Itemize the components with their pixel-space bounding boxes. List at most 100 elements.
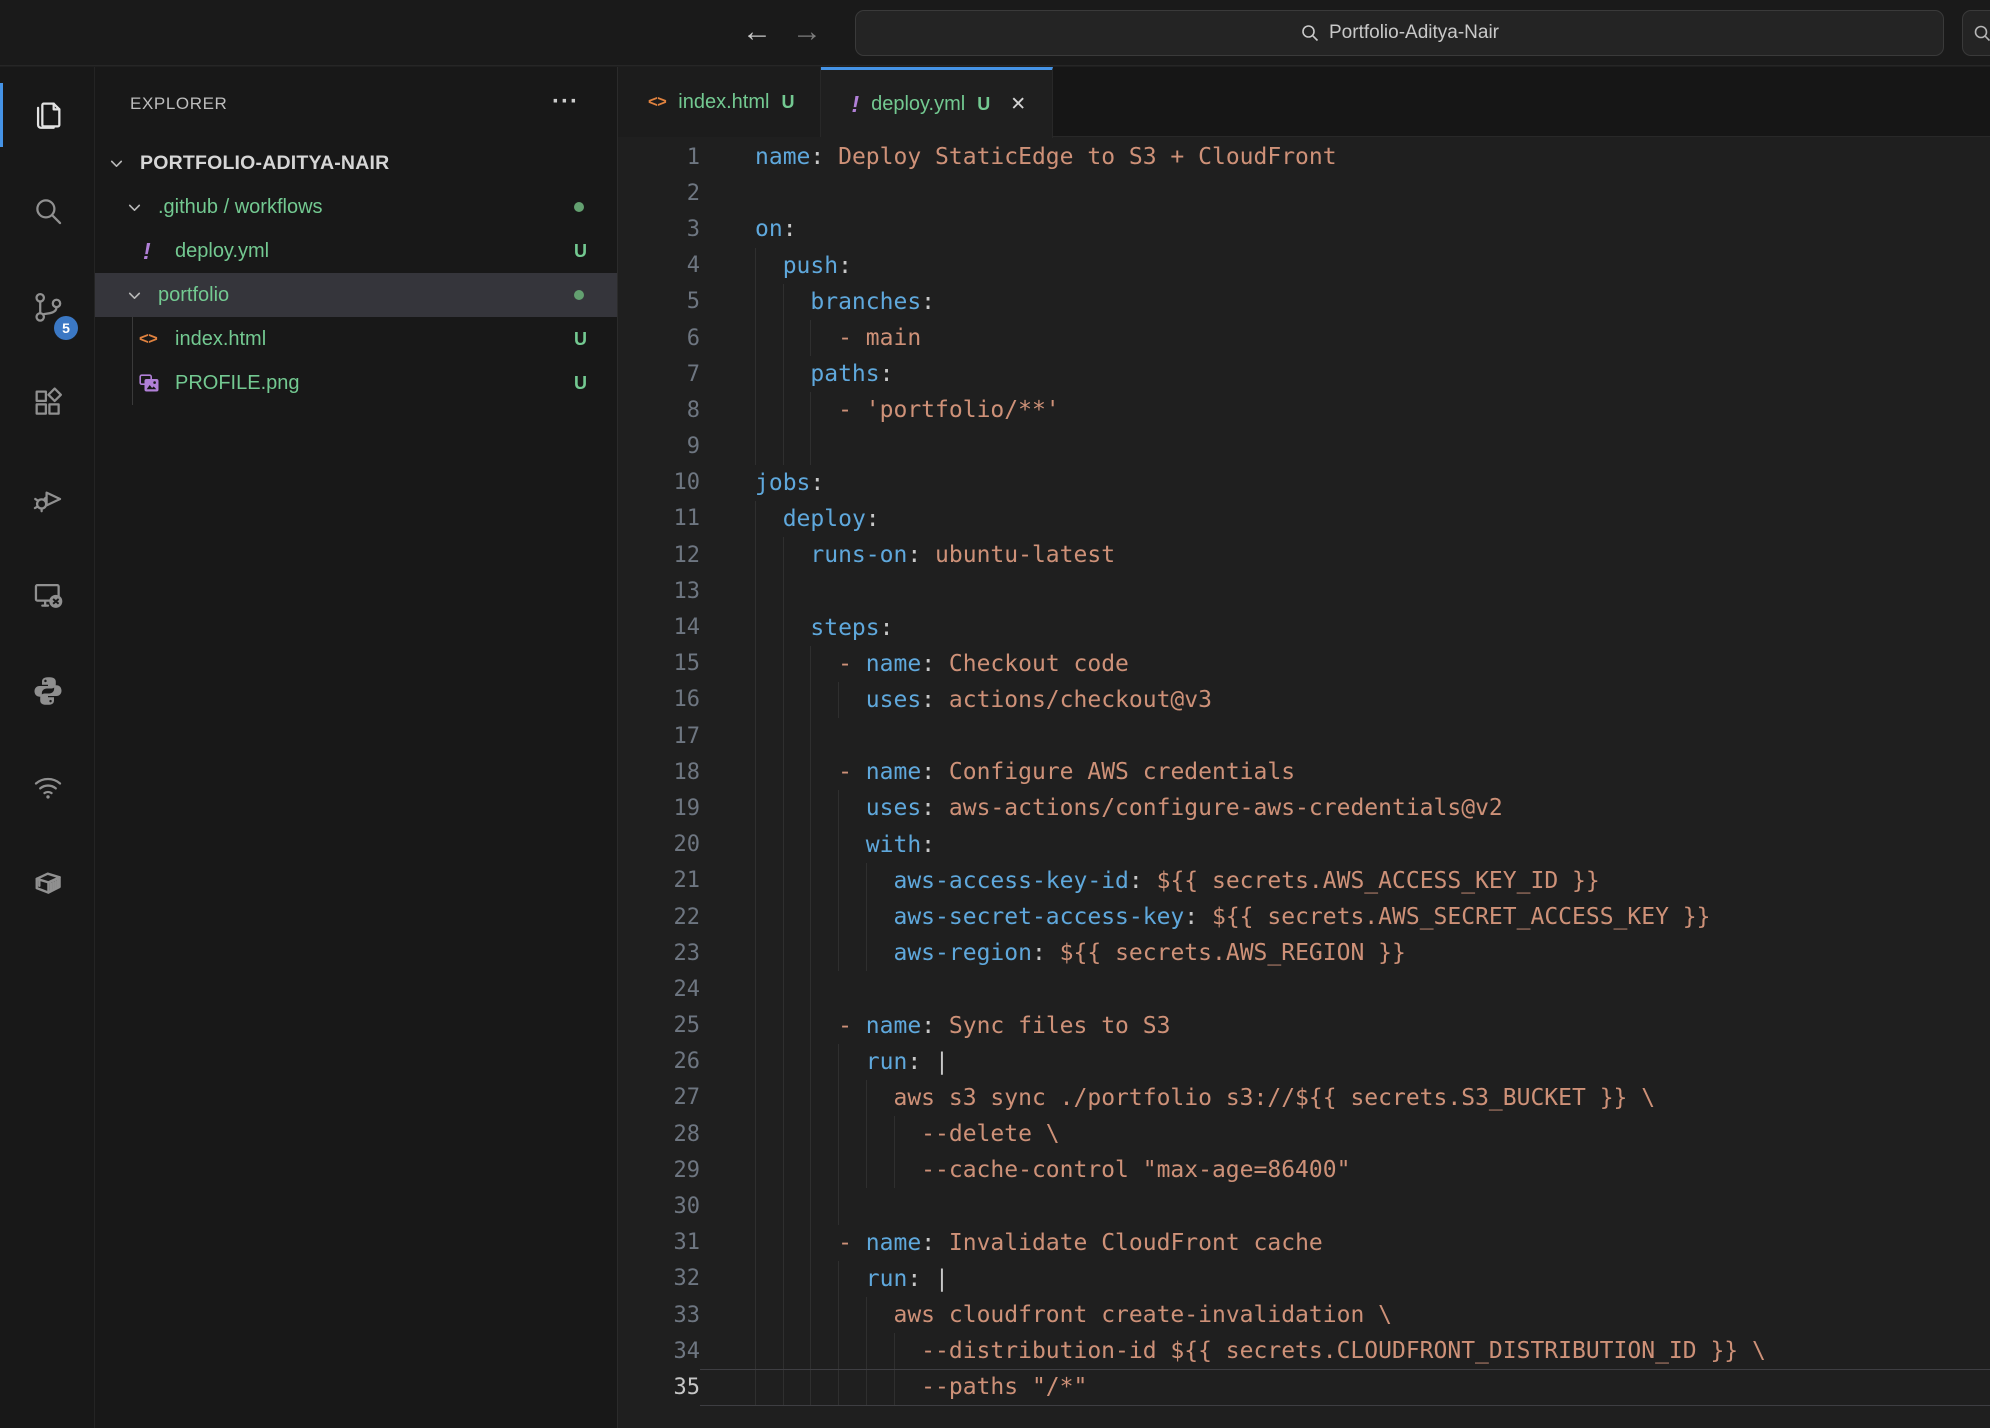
code-line-15[interactable]: 15 - name: Checkout code: [618, 646, 1990, 682]
line-number[interactable]: 19: [618, 796, 700, 821]
code-editor[interactable]: 1name: Deploy StaticEdge to S3 + CloudFr…: [618, 137, 1990, 1428]
code-line-5[interactable]: 5 branches:: [618, 284, 1990, 320]
indent-guide: [755, 1333, 756, 1369]
code-line-7[interactable]: 7 paths:: [618, 356, 1990, 392]
code-line-13[interactable]: 13: [618, 573, 1990, 609]
more-actions-icon[interactable]: ···: [552, 88, 579, 116]
line-number[interactable]: 4: [618, 253, 700, 278]
line-number[interactable]: 28: [618, 1122, 700, 1147]
line-number[interactable]: 34: [618, 1339, 700, 1364]
tab-deploy.yml[interactable]: !deploy.ymlU✕: [821, 67, 1053, 138]
line-number[interactable]: 25: [618, 1013, 700, 1038]
tree-item-deploy.yml[interactable]: !deploy.ymlU: [95, 229, 617, 273]
line-number[interactable]: 16: [618, 687, 700, 712]
line-number[interactable]: 18: [618, 760, 700, 785]
line-number[interactable]: 21: [618, 868, 700, 893]
indent-guide: [755, 863, 756, 899]
activity-item-python[interactable]: [0, 643, 95, 739]
line-number[interactable]: 29: [618, 1158, 700, 1183]
line-number[interactable]: 24: [618, 977, 700, 1002]
code-line-10[interactable]: 10jobs:: [618, 465, 1990, 501]
line-number[interactable]: 12: [618, 543, 700, 568]
line-number[interactable]: 30: [618, 1194, 700, 1219]
code-line-26[interactable]: 26 run: |: [618, 1044, 1990, 1080]
forward-arrow-icon[interactable]: →: [787, 12, 827, 52]
code-line-4[interactable]: 4 push:: [618, 248, 1990, 284]
code-line-31[interactable]: 31 - name: Invalidate CloudFront cache: [618, 1225, 1990, 1261]
activity-item-source-control[interactable]: 5: [0, 259, 95, 355]
activity-item-search[interactable]: [0, 163, 95, 259]
close-icon[interactable]: ✕: [1010, 93, 1026, 116]
activity-item-extensions[interactable]: [0, 355, 95, 451]
line-number[interactable]: 3: [618, 217, 700, 242]
tree-item-index.html[interactable]: <>index.htmlU: [95, 317, 617, 361]
line-number[interactable]: 35: [618, 1375, 700, 1400]
code-line-8[interactable]: 8 - 'portfolio/**': [618, 392, 1990, 428]
code-line-2[interactable]: 2: [618, 175, 1990, 211]
activity-item-container[interactable]: [0, 835, 95, 931]
code-line-33[interactable]: 33 aws cloudfront create-invalidation \: [618, 1297, 1990, 1333]
code-line-17[interactable]: 17: [618, 718, 1990, 754]
code-line-35[interactable]: 35 --paths "/*": [618, 1369, 1990, 1405]
line-number[interactable]: 33: [618, 1303, 700, 1328]
code-line-16[interactable]: 16 uses: actions/checkout@v3: [618, 682, 1990, 718]
line-number[interactable]: 10: [618, 470, 700, 495]
code-line-19[interactable]: 19 uses: aws-actions/configure-aws-crede…: [618, 790, 1990, 826]
tree-item-portfolio-aditya-nair[interactable]: PORTFOLIO-ADITYA-NAIR: [95, 141, 617, 185]
line-number[interactable]: 31: [618, 1230, 700, 1255]
code-line-6[interactable]: 6 - main: [618, 320, 1990, 356]
indent-guide: [783, 573, 784, 609]
line-number[interactable]: 23: [618, 941, 700, 966]
command-center-search[interactable]: Portfolio-Aditya-Nair: [855, 10, 1944, 56]
code-line-24[interactable]: 24: [618, 971, 1990, 1007]
line-number[interactable]: 5: [618, 289, 700, 314]
code-line-27[interactable]: 27 aws s3 sync ./portfolio s3://${{ secr…: [618, 1080, 1990, 1116]
activity-item-files[interactable]: [0, 67, 95, 163]
code-line-32[interactable]: 32 run: |: [618, 1261, 1990, 1297]
code-line-29[interactable]: 29 --cache-control "max-age=86400": [618, 1152, 1990, 1188]
code-line-21[interactable]: 21 aws-access-key-id: ${{ secrets.AWS_AC…: [618, 863, 1990, 899]
line-number[interactable]: 20: [618, 832, 700, 857]
code-line-18[interactable]: 18 - name: Configure AWS credentials: [618, 754, 1990, 790]
code-line-23[interactable]: 23 aws-region: ${{ secrets.AWS_REGION }}: [618, 935, 1990, 971]
line-number[interactable]: 26: [618, 1049, 700, 1074]
code-line-1[interactable]: 1name: Deploy StaticEdge to S3 + CloudFr…: [618, 139, 1990, 175]
token: [755, 904, 893, 930]
tree-item-.github-workflows[interactable]: .github / workflows: [95, 185, 617, 229]
indent-guide: [894, 1370, 895, 1404]
back-arrow-icon[interactable]: ←: [737, 12, 777, 52]
activity-item-wifi[interactable]: [0, 739, 95, 835]
code-line-3[interactable]: 3on:: [618, 211, 1990, 247]
code-line-34[interactable]: 34 --distribution-id ${{ secrets.CLOUDFR…: [618, 1333, 1990, 1369]
token: :: [1129, 868, 1143, 894]
line-number[interactable]: 7: [618, 362, 700, 387]
line-number[interactable]: 6: [618, 326, 700, 351]
line-number[interactable]: 8: [618, 398, 700, 423]
activity-item-run-debug[interactable]: [0, 451, 95, 547]
code-line-14[interactable]: 14 steps:: [618, 609, 1990, 645]
tree-item-profile.png[interactable]: PROFILE.pngU: [95, 361, 617, 405]
line-number[interactable]: 11: [618, 506, 700, 531]
line-number[interactable]: 17: [618, 724, 700, 749]
code-line-9[interactable]: 9: [618, 429, 1990, 465]
code-line-28[interactable]: 28 --delete \: [618, 1116, 1990, 1152]
activity-item-remote-explorer[interactable]: [0, 547, 95, 643]
line-number[interactable]: 32: [618, 1266, 700, 1291]
secondary-search-button[interactable]: [1962, 10, 1990, 56]
code-line-22[interactable]: 22 aws-secret-access-key: ${{ secrets.AW…: [618, 899, 1990, 935]
line-number[interactable]: 14: [618, 615, 700, 640]
code-line-20[interactable]: 20 with:: [618, 827, 1990, 863]
code-line-25[interactable]: 25 - name: Sync files to S3: [618, 1008, 1990, 1044]
line-number[interactable]: 15: [618, 651, 700, 676]
code-line-12[interactable]: 12 runs-on: ubuntu-latest: [618, 537, 1990, 573]
tree-item-portfolio[interactable]: portfolio: [95, 273, 617, 317]
line-number[interactable]: 1: [618, 145, 700, 170]
line-number[interactable]: 22: [618, 905, 700, 930]
tab-index.html[interactable]: <>index.htmlU: [618, 67, 821, 137]
code-line-11[interactable]: 11 deploy:: [618, 501, 1990, 537]
line-number[interactable]: 9: [618, 434, 700, 459]
line-number[interactable]: 27: [618, 1085, 700, 1110]
code-line-30[interactable]: 30: [618, 1188, 1990, 1224]
line-number[interactable]: 2: [618, 181, 700, 206]
line-number[interactable]: 13: [618, 579, 700, 604]
